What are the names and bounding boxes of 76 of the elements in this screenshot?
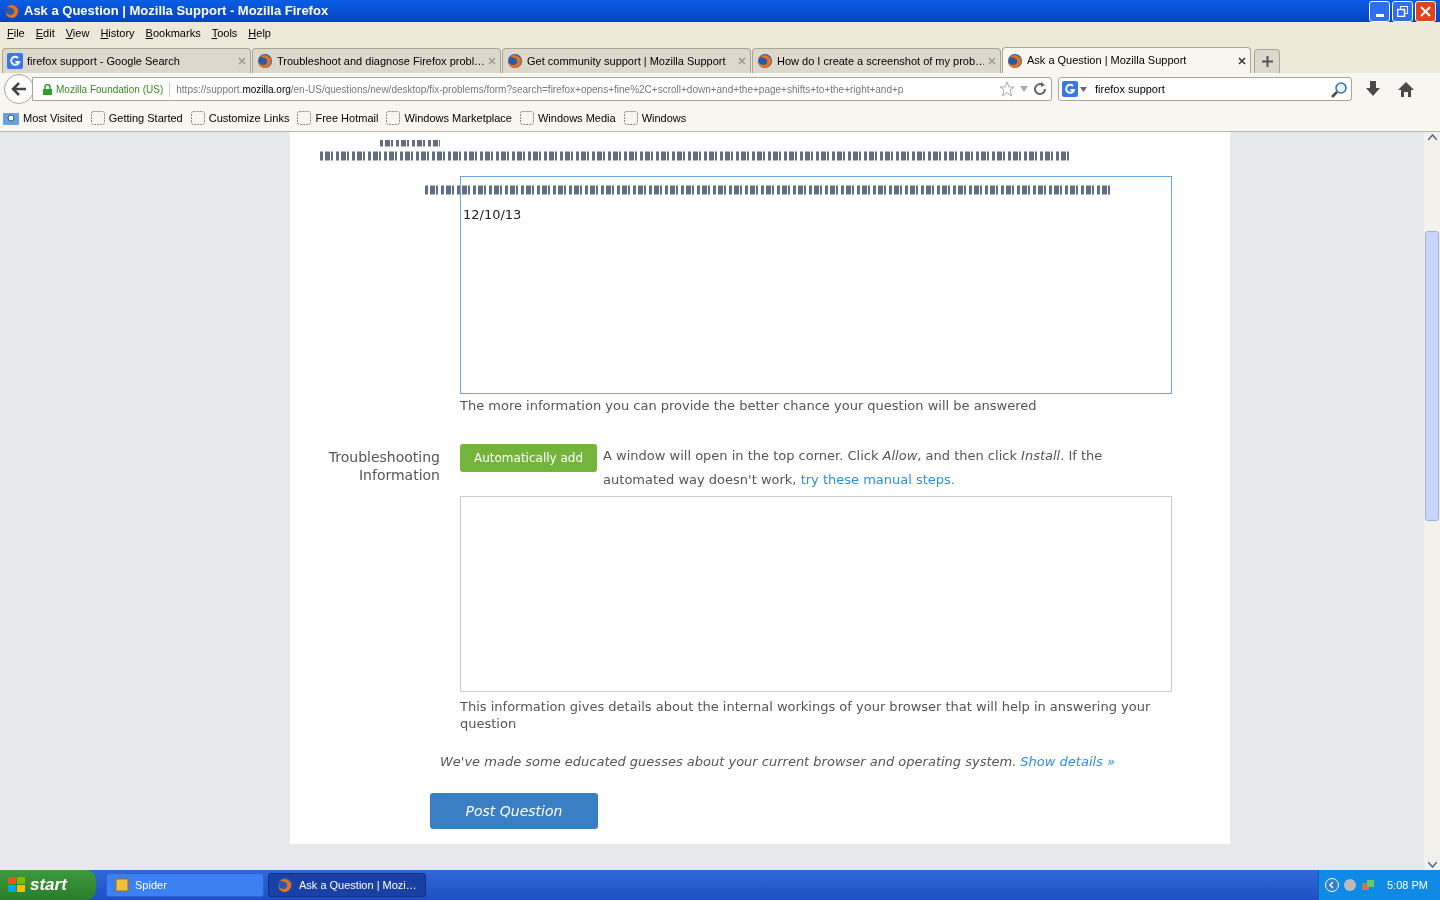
back-arrow-icon — [11, 82, 27, 96]
firefox-logo-icon — [4, 3, 20, 19]
browser-tab[interactable]: Get community support | Mozilla Support — [502, 48, 751, 73]
new-tab-button[interactable] — [1254, 49, 1280, 73]
manual-steps-link[interactable]: try these manual steps. — [800, 471, 955, 487]
menu-item[interactable]: Tools — [207, 25, 242, 42]
tab-close-icon[interactable] — [1238, 56, 1246, 65]
scrollbar[interactable] — [1424, 132, 1440, 870]
bookmark-item[interactable]: Windows Media — [520, 109, 616, 127]
padlock-icon — [43, 83, 52, 95]
scroll-thumb[interactable] — [1425, 230, 1439, 521]
plus-icon — [1261, 56, 1273, 67]
firefox-logo-icon — [1007, 52, 1023, 69]
menu-item[interactable]: History — [96, 25, 139, 42]
close-icon — [1420, 5, 1431, 17]
site-identity-label[interactable]: Mozilla Foundation (US) — [56, 81, 171, 97]
menu-item[interactable]: View — [61, 25, 94, 42]
minimize-button[interactable] — [1369, 0, 1390, 22]
bookmark-item[interactable]: Getting Started — [90, 109, 183, 127]
blank-page-icon — [623, 111, 638, 125]
dropdown-arrow-icon[interactable] — [1080, 86, 1087, 92]
scroll-up-icon[interactable] — [1427, 134, 1437, 140]
blank-page-icon — [520, 111, 534, 125]
clock: 5:08 PM — [1386, 877, 1428, 893]
field-label: Troubleshooting Information — [327, 447, 440, 485]
home-icon[interactable] — [1398, 81, 1414, 97]
blank-page-icon — [190, 111, 205, 125]
window-title: Ask a Question | Mozilla Support - Mozilla Firefox — [24, 2, 329, 21]
bookmark-star-icon[interactable] — [999, 81, 1015, 97]
scroll-down-icon[interactable] — [1427, 861, 1437, 868]
guesses-text: We've made some educated guesses about your current browser and operating system. — [440, 752, 1017, 771]
close-button[interactable] — [1415, 0, 1436, 22]
blank-page-icon — [90, 111, 105, 125]
menu-item[interactable]: Edit — [31, 25, 59, 42]
show-details-link[interactable]: Show details » — [1020, 751, 1116, 771]
firefox-logo-icon — [507, 53, 523, 69]
post-question-button[interactable]: Post Question — [430, 793, 598, 829]
taskbar-button[interactable]: Ask a Question | Mozi… — [268, 873, 426, 897]
menu-item[interactable]: Help — [244, 25, 275, 42]
menu-item[interactable]: Bookmarks — [141, 25, 205, 42]
bookmark-item[interactable]: Windows — [623, 109, 687, 127]
search-field[interactable]: firefox support — [1058, 77, 1352, 101]
restore-icon — [1397, 5, 1408, 17]
bookmark-item[interactable]: Windows Marketplace — [386, 109, 512, 127]
blank-page-icon — [297, 111, 312, 125]
blank-page-icon — [386, 111, 401, 125]
bookmark-item[interactable]: Most Visited — [3, 109, 83, 127]
restore-button[interactable] — [1392, 0, 1413, 22]
minimize-icon — [1375, 13, 1384, 17]
bookmark-item[interactable]: Free Hotmail — [297, 109, 379, 127]
url-text: https://support.mozilla.org/en-US/questions/new/desktop/fix-problems/form?search=firefox+opens+fine%2C+scroll+down+and+the+page+shifts+to+the+right+and+p — [175, 82, 905, 97]
menu-item[interactable]: File — [3, 25, 29, 42]
help-text: The more information you can provide the better chance your question will be answered — [460, 397, 1038, 415]
g-logo-icon — [1062, 81, 1078, 97]
browser-tab[interactable]: Ask a Question | Mozilla Support — [1002, 47, 1251, 73]
chevron-left-icon[interactable] — [1325, 878, 1339, 892]
download-arrow-icon[interactable] — [1366, 81, 1380, 97]
windows-flag-icon — [8, 877, 26, 893]
bookmark-item[interactable]: Customize Links — [190, 109, 290, 127]
firefox-logo-icon — [277, 877, 293, 893]
instructions-text: A window will open in the top corner. Click Allow, and then click Install. If the automated way doesn't work, try these manual steps. — [603, 446, 1104, 489]
magnifier-folder-icon — [3, 111, 19, 125]
firefox-logo-icon — [757, 53, 773, 69]
firefox-logo-icon — [257, 53, 273, 69]
browser-tab[interactable]: Troubleshoot and diagnose Firefox probl… — [252, 48, 501, 73]
back-button[interactable] — [4, 74, 34, 104]
g-logo-icon — [7, 53, 23, 69]
browser-tab[interactable]: How do I create a screenshot of my prob… — [752, 48, 1001, 73]
description-textarea[interactable]: 12/10/13 — [460, 176, 1172, 394]
start-button[interactable]: start — [0, 870, 96, 900]
reload-icon[interactable] — [1033, 82, 1047, 96]
taskbar-button[interactable]: Spider — [106, 873, 264, 897]
search-icon[interactable] — [1331, 80, 1348, 98]
address-bar[interactable]: Mozilla Foundation (US) https://support.mozilla.org/en-US/questions/new/desktop/fix-problems/form?search=firefox+opens+fine%2C+scroll+down+and+the+page+shifts+to+the+right+and+p — [32, 77, 1052, 101]
help-text: This information gives details about the internal workings of your browser that will help in answering your question — [460, 697, 1152, 732]
browser-tab[interactable]: firefox support - Google Search — [2, 48, 251, 73]
